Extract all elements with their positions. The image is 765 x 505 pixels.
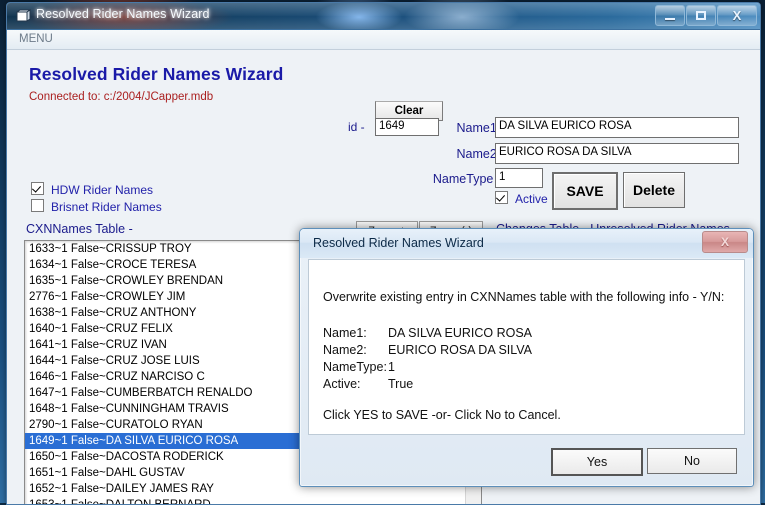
menu-item-menu[interactable]: MENU [19,33,53,45]
dialog-instruction: Click YES to SAVE -or- Click No to Cance… [323,408,561,422]
dialog-detail-value-nametype: 1 [388,360,395,374]
confirm-dialog: Resolved Rider Names Wizard X Overwrite … [299,228,754,487]
connection-status: Connected to: c:/2004/JCapper.mdb [29,91,213,103]
checkbox-icon-unchecked[interactable] [31,199,44,212]
window-title-bar[interactable]: Resolved Rider Names Wizard X [7,3,760,30]
save-button[interactable]: SAVE [552,172,618,210]
window-controls: X [654,5,757,26]
delete-button[interactable]: Delete [623,172,685,208]
name2-input[interactable]: EURICO ROSA DA SILVA [495,143,739,164]
dialog-yes-button[interactable]: Yes [551,448,643,476]
page-title: Resolved Rider Names Wizard [29,64,283,85]
dialog-footer: Yes No [300,434,753,482]
checkbox-label-hdw: HDW Rider Names [51,183,153,197]
nametype-label: NameType - [413,172,501,186]
maximize-icon [696,11,706,20]
dialog-detail-value-name2: EURICO ROSA DA SILVA [388,343,532,357]
list-item[interactable]: 1653~1 False~DALTON BERNARD [25,497,465,505]
nametype-input[interactable]: 1 [495,168,543,188]
close-icon: X [733,9,742,22]
name1-label: Name1- [445,121,501,135]
dialog-detail-value-name1: DA SILVA EURICO ROSA [388,326,532,340]
dialog-body: Overwrite existing entry in CXNNames tab… [308,259,745,435]
minimize-button[interactable] [655,5,685,26]
active-label: Active [515,192,548,206]
close-button[interactable]: X [717,5,757,26]
dialog-detail-label-active: Active: [323,377,361,391]
checkbox-icon-active[interactable] [495,191,508,204]
dialog-detail-value-active: True [388,377,413,391]
id-label: id - [348,120,365,134]
name1-input[interactable]: DA SILVA EURICO ROSA [495,117,739,138]
checkbox-icon-checked[interactable] [31,182,44,195]
dialog-title: Resolved Rider Names Wizard [313,236,484,250]
dialog-close-button[interactable]: X [702,231,748,253]
dialog-prompt: Overwrite existing entry in CXNNames tab… [323,290,724,304]
checkbox-label-brisnet: Brisnet Rider Names [51,200,162,214]
dialog-detail-label-nametype: NameType: [323,360,387,374]
cxnnames-panel-title: CXNNames Table - [26,222,133,236]
menu-bar[interactable]: MENU [7,30,760,50]
window-title: Resolved Rider Names Wizard [36,7,210,21]
maximize-button[interactable] [686,5,716,26]
id-input[interactable]: 1649 [375,118,439,136]
dialog-title-bar[interactable]: Resolved Rider Names Wizard X [300,229,753,258]
dialog-no-button[interactable]: No [647,448,737,474]
window-document-icon [16,9,31,23]
checkbox-hdw-rider-names[interactable]: HDW Rider Names [31,182,153,197]
dialog-detail-label-name1: Name1: [323,326,367,340]
name2-label: Name2- [445,147,501,161]
minimize-icon [665,18,675,20]
checkbox-active[interactable]: Active [495,191,548,206]
checkbox-brisnet-rider-names[interactable]: Brisnet Rider Names [31,199,162,214]
dialog-detail-label-name2: Name2: [323,343,367,357]
